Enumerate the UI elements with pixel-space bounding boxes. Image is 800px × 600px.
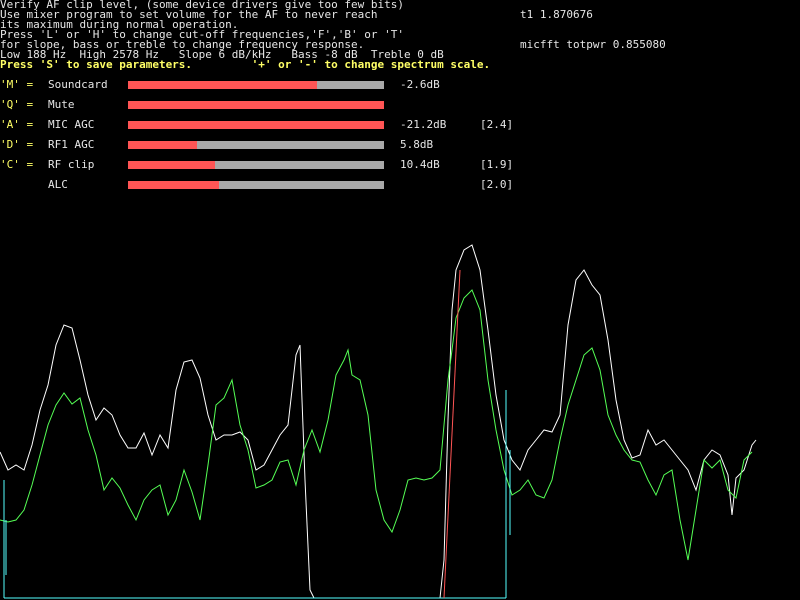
spectrum-display bbox=[0, 244, 757, 599]
af-spectrum-white-trace bbox=[0, 244, 757, 599]
filtered-spectrum-green-trace bbox=[0, 289, 753, 561]
